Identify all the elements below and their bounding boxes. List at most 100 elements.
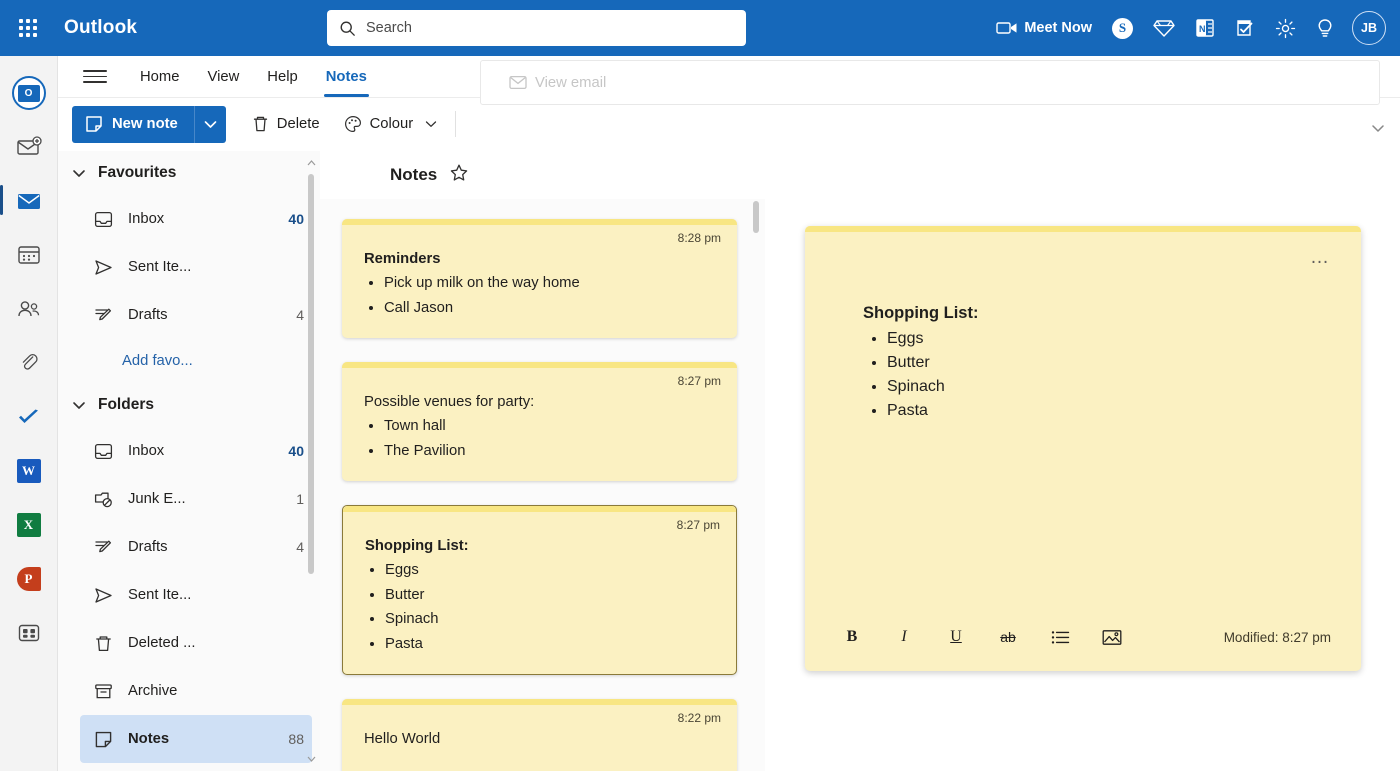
skype-button[interactable]: S <box>1102 0 1143 56</box>
rail-item-outlook[interactable]: O <box>0 66 58 120</box>
new-note-dropdown-button[interactable] <box>193 105 226 143</box>
scroll-up-arrow-icon[interactable] <box>306 156 316 170</box>
avatar[interactable]: JB <box>1352 11 1386 45</box>
tab-home[interactable]: Home <box>126 56 193 98</box>
colour-button[interactable]: Colour <box>332 106 450 143</box>
add-favourite-link[interactable]: Add favo... <box>122 339 320 383</box>
folder-pane-scrollbar[interactable] <box>306 156 316 766</box>
settings-button[interactable] <box>1265 0 1306 56</box>
inbox-icon <box>94 442 118 461</box>
note-timestamp: 8:27 pm <box>676 518 720 532</box>
note-bullet: The Pavilion <box>384 439 719 464</box>
tab-notes[interactable]: Notes <box>312 56 381 98</box>
svg-text:N: N <box>1199 24 1206 34</box>
folder-count: 4 <box>296 539 304 555</box>
inbox-icon <box>94 210 118 229</box>
tab-help[interactable]: Help <box>253 56 311 98</box>
note-title: Shopping List: <box>365 538 469 554</box>
onenote-button[interactable]: N <box>1185 0 1225 56</box>
folder-item-sent-items[interactable]: Sent Ite... <box>80 571 312 619</box>
new-note-button[interactable]: New note <box>72 105 194 143</box>
drafts-icon <box>94 538 118 557</box>
note-title: Reminders <box>364 251 441 267</box>
chevron-down-icon <box>426 121 437 127</box>
folder-item-favourites-inbox[interactable]: Inbox 40 <box>80 195 312 243</box>
folder-label: Sent Ite... <box>128 259 192 275</box>
top-app-bar: Outlook Meet Now S <box>0 0 1400 56</box>
mail-icon <box>17 194 40 209</box>
diamond-icon <box>1153 20 1175 37</box>
folder-item-favourites-drafts[interactable]: Drafts 4 <box>80 291 312 339</box>
favourites-section-header[interactable]: Favourites <box>58 151 320 195</box>
folders-section-header[interactable]: Folders <box>58 383 320 427</box>
folder-label: Deleted ... <box>128 635 196 651</box>
folder-pane-scroll-thumb[interactable] <box>308 174 314 574</box>
rail-item-files[interactable] <box>0 336 58 390</box>
deleted-items-icon <box>94 634 118 653</box>
folder-item-deleted-items[interactable]: Deleted ... <box>80 619 312 667</box>
note-list-item[interactable]: 8:22 pm Hello World <box>342 699 737 771</box>
folder-item-junk-email[interactable]: Junk E... 1 <box>80 475 312 523</box>
rail-item-powerpoint[interactable]: P <box>0 552 58 606</box>
rail-item-people[interactable] <box>0 282 58 336</box>
note-more-options-button[interactable]: … <box>1310 248 1331 267</box>
note-list-item[interactable]: 8:27 pm Possible venues for party: Town … <box>342 362 737 481</box>
note-timestamp: 8:27 pm <box>677 374 721 388</box>
note-timestamp: 8:22 pm <box>677 711 721 725</box>
app-launcher-button[interactable] <box>0 0 56 56</box>
view-email-button[interactable]: View email <box>497 64 618 101</box>
insert-image-icon[interactable] <box>1099 624 1125 650</box>
meet-now-button[interactable]: Meet Now <box>986 0 1102 56</box>
rail-item-to-do[interactable] <box>0 390 58 444</box>
bold-icon[interactable]: B <box>839 624 865 650</box>
note-title: Possible venues for party: <box>364 394 535 410</box>
tips-button[interactable] <box>1306 0 1344 56</box>
folder-count: 40 <box>288 443 304 459</box>
bulleted-list-icon[interactable] <box>1047 624 1073 650</box>
folder-count: 4 <box>296 307 304 323</box>
note-editor-content[interactable]: Shopping List: Eggs Butter Spinach Pasta <box>805 226 1361 423</box>
rail-item-more-apps[interactable] <box>0 606 58 660</box>
folder-item-notes[interactable]: Notes 88 <box>80 715 312 763</box>
notes-list-scroll-thumb[interactable] <box>753 201 759 233</box>
strikethrough-icon[interactable]: ab <box>995 624 1021 650</box>
search-input[interactable] <box>366 20 726 36</box>
note-bullet: Spinach <box>887 375 1361 399</box>
favourites-title: Favourites <box>98 164 177 181</box>
note-editor-card[interactable]: … Shopping List: Eggs Butter Spinach Pas… <box>805 226 1361 671</box>
notes-list-scrollbar[interactable] <box>751 201 761 761</box>
to-do-button[interactable] <box>1225 0 1265 56</box>
star-outline-icon[interactable] <box>449 163 469 188</box>
folder-count: 40 <box>288 211 304 227</box>
search-box[interactable] <box>327 10 746 46</box>
new-mail-icon <box>16 136 42 155</box>
junk-email-icon <box>94 490 118 509</box>
rail-item-new-mail[interactable] <box>0 120 58 174</box>
note-modified-label: Modified: 8:27 pm <box>1223 629 1331 645</box>
rail-item-calendar[interactable] <box>0 228 58 282</box>
folder-item-archive[interactable]: Archive <box>80 667 312 715</box>
note-list-item[interactable]: 8:28 pm Reminders Pick up milk on the wa… <box>342 219 737 338</box>
excel-icon: X <box>16 513 41 537</box>
note-list-item-selected[interactable]: 8:27 pm Shopping List: Eggs Butter Spina… <box>342 505 737 675</box>
rail-item-word[interactable]: W <box>0 444 58 498</box>
app-rail: O W X P <box>0 56 58 771</box>
diamond-button[interactable] <box>1143 0 1185 56</box>
ribbon-expand-button[interactable] <box>1364 114 1392 142</box>
note-bullet: Butter <box>385 583 718 608</box>
folder-item-drafts[interactable]: Drafts 4 <box>80 523 312 571</box>
folder-item-inbox[interactable]: Inbox 40 <box>80 427 312 475</box>
italic-icon[interactable]: I <box>891 624 917 650</box>
hamburger-menu-icon[interactable] <box>78 62 112 92</box>
onenote-icon: N <box>1196 19 1214 37</box>
note-bullet-list: Eggs Butter Spinach Pasta <box>385 558 718 656</box>
tab-view[interactable]: View <box>193 56 253 98</box>
scroll-down-arrow-icon[interactable] <box>306 752 316 766</box>
underline-icon[interactable]: U <box>943 624 969 650</box>
folder-item-favourites-sent[interactable]: Sent Ite... <box>80 243 312 291</box>
rail-item-mail[interactable] <box>0 174 58 228</box>
delete-button[interactable]: Delete <box>240 106 332 143</box>
rail-item-excel[interactable]: X <box>0 498 58 552</box>
note-format-toolbar: B I U ab Modified: 8:27 pm <box>805 619 1361 655</box>
note-bullet: Pick up milk on the way home <box>384 271 719 296</box>
